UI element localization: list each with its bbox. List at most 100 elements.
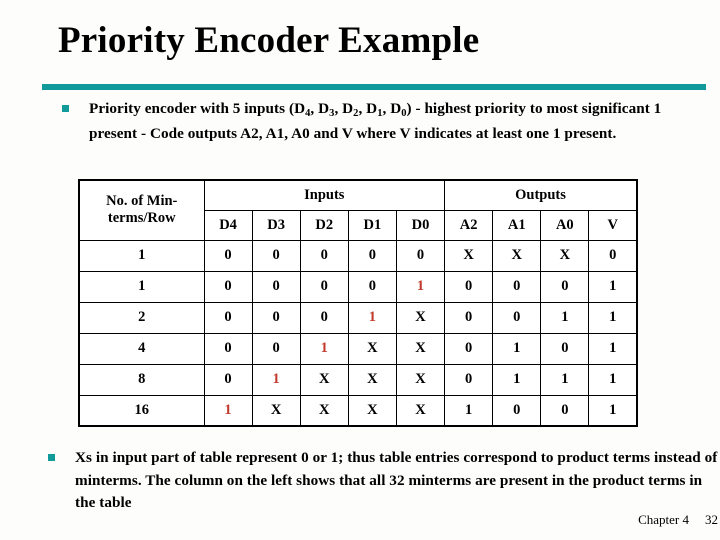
header-group-inputs: Inputs bbox=[203, 179, 446, 211]
cell-output-a2-r5: 0 bbox=[444, 363, 494, 396]
cell-input-d0-r5: X bbox=[395, 363, 446, 396]
cell-output-a2-r1: X bbox=[444, 239, 494, 272]
header-input-d1: D1 bbox=[347, 209, 397, 241]
slide-footer: Chapter 4 32 bbox=[600, 512, 718, 528]
cell-output-v-r4: 1 bbox=[588, 332, 638, 365]
table-row: 16 1 X X X X 1 0 0 1 bbox=[78, 394, 638, 427]
cell-output-v-r2: 1 bbox=[588, 270, 638, 303]
cell-input-d1-r2: 0 bbox=[347, 270, 397, 303]
cell-output-a0-r6: 0 bbox=[540, 394, 590, 427]
cell-input-d3-r2: 0 bbox=[251, 270, 301, 303]
cell-output-v-r3: 1 bbox=[588, 301, 638, 334]
cell-minterm-count: 8 bbox=[78, 363, 205, 396]
text-run: , D bbox=[334, 100, 354, 117]
subscript-text: 4 bbox=[305, 108, 311, 119]
cell-input-d1-r3: 1 bbox=[347, 301, 397, 334]
text-run: Xs in input part of table represent 0 or… bbox=[75, 449, 718, 511]
cell-input-d1-r1: 0 bbox=[347, 239, 397, 272]
cell-input-d1-r4: X bbox=[347, 332, 397, 365]
cell-output-v-r5: 1 bbox=[588, 363, 638, 396]
header-input-d0: D0 bbox=[395, 209, 446, 241]
cell-output-v-r1: 0 bbox=[588, 239, 638, 272]
cell-input-d4-r3: 0 bbox=[203, 301, 253, 334]
cell-input-d3-r3: 0 bbox=[251, 301, 301, 334]
table-row: 1000010001 bbox=[78, 270, 638, 303]
cell-input-d2-r6: X bbox=[299, 394, 349, 427]
table-header: No. of Min- terms/Row Inputs Outputs D4 D… bbox=[78, 179, 638, 241]
cell-input-d2-r2: 0 bbox=[299, 270, 349, 303]
cell-output-a2-r2: 0 bbox=[444, 270, 494, 303]
cell-output-a0-r3: 1 bbox=[540, 301, 590, 334]
cell-output-a1-r3: 0 bbox=[492, 301, 542, 334]
cell-input-d3-r6: X bbox=[251, 394, 301, 427]
header-output-a0: A0 bbox=[540, 209, 590, 241]
header-minterms-line1: No. of Min- bbox=[106, 193, 178, 210]
cell-input-d4-r5: 0 bbox=[203, 363, 253, 396]
header-output-v: V bbox=[588, 209, 638, 241]
title-divider bbox=[42, 84, 706, 90]
bullet-item-1: Priority encoder with 5 inputs (D4, D3, … bbox=[62, 98, 702, 145]
cell-minterm-count: 1 bbox=[78, 239, 205, 272]
cell-minterm-count: 16 bbox=[78, 394, 205, 427]
header-minterms-per-row: No. of Min- terms/Row bbox=[78, 179, 205, 241]
cell-output-a2-r3: 0 bbox=[444, 301, 494, 334]
cell-output-a1-r6: 0 bbox=[492, 394, 542, 427]
table-row: 100000XXX0 bbox=[78, 239, 638, 272]
cell-output-a1-r1: X bbox=[492, 239, 542, 272]
subscript-text: 2 bbox=[353, 108, 359, 119]
cell-input-d1-r5: X bbox=[347, 363, 397, 396]
cell-output-a0-r4: 0 bbox=[540, 332, 590, 365]
header-input-d4: D4 bbox=[203, 209, 253, 241]
footer-chapter-label: Chapter 4 bbox=[638, 512, 689, 527]
cell-output-a1-r5: 1 bbox=[492, 363, 542, 396]
cell-minterm-count: 2 bbox=[78, 301, 205, 334]
cell-minterm-count: 4 bbox=[78, 332, 205, 365]
cell-input-d2-r1: 0 bbox=[299, 239, 349, 272]
table-row: 20001X0011 bbox=[78, 301, 638, 334]
cell-input-d4-r2: 0 bbox=[203, 270, 253, 303]
header-input-d3: D3 bbox=[251, 209, 301, 241]
subscript-text: 3 bbox=[329, 108, 335, 119]
text-run: , D bbox=[310, 100, 330, 117]
cell-input-d2-r3: 0 bbox=[299, 301, 349, 334]
cell-input-d3-r4: 0 bbox=[251, 332, 301, 365]
cell-input-d0-r1: 0 bbox=[395, 239, 446, 272]
cell-input-d2-r4: 1 bbox=[299, 332, 349, 365]
text-run: Priority encoder with 5 inputs (D bbox=[89, 100, 306, 117]
header-group-outputs: Outputs bbox=[444, 179, 638, 211]
bullet-item-1-text: Priority encoder with 5 inputs (D4, D3, … bbox=[89, 98, 683, 145]
square-bullet-icon bbox=[48, 454, 55, 461]
cell-output-a1-r2: 0 bbox=[492, 270, 542, 303]
text-run: , D bbox=[358, 100, 378, 117]
cell-input-d1-r6: X bbox=[347, 394, 397, 427]
cell-input-d3-r1: 0 bbox=[251, 239, 301, 272]
cell-input-d3-r5: 1 bbox=[251, 363, 301, 396]
priority-encoder-truth-table: No. of Min- terms/Row Inputs Outputs D4 D… bbox=[78, 179, 638, 427]
header-output-a1: A1 bbox=[492, 209, 542, 241]
subscript-text: 1 bbox=[377, 108, 383, 119]
cell-output-a2-r6: 1 bbox=[444, 394, 494, 427]
cell-output-a0-r1: X bbox=[540, 239, 590, 272]
cell-output-a0-r2: 0 bbox=[540, 270, 590, 303]
cell-output-v-r6: 1 bbox=[588, 394, 638, 427]
cell-input-d4-r6: 1 bbox=[203, 394, 253, 427]
table-header-row-groups: No. of Min- terms/Row Inputs Outputs bbox=[78, 179, 638, 241]
table-body: 100000XXX0100001000120001X00114001XX0101… bbox=[78, 239, 638, 427]
square-bullet-icon bbox=[62, 105, 69, 112]
header-output-a2: A2 bbox=[444, 209, 494, 241]
cell-input-d4-r1: 0 bbox=[203, 239, 253, 272]
subscript-text: 0 bbox=[401, 108, 407, 119]
page-title: Priority Encoder Example bbox=[58, 20, 480, 61]
table-row: 4001XX0101 bbox=[78, 332, 638, 365]
bullet-item-2: Xs in input part of table represent 0 or… bbox=[48, 447, 720, 515]
table-row: 801XXX0111 bbox=[78, 363, 638, 396]
text-run: , D bbox=[382, 100, 402, 117]
footer-page-number: 32 bbox=[705, 512, 718, 527]
cell-input-d2-r5: X bbox=[299, 363, 349, 396]
cell-input-d4-r4: 0 bbox=[203, 332, 253, 365]
bullet-item-2-text: Xs in input part of table represent 0 or… bbox=[75, 447, 720, 515]
cell-input-d0-r6: X bbox=[395, 394, 446, 427]
cell-output-a1-r4: 1 bbox=[492, 332, 542, 365]
cell-output-a0-r5: 1 bbox=[540, 363, 590, 396]
header-minterms-line2: terms/Row bbox=[107, 210, 176, 227]
